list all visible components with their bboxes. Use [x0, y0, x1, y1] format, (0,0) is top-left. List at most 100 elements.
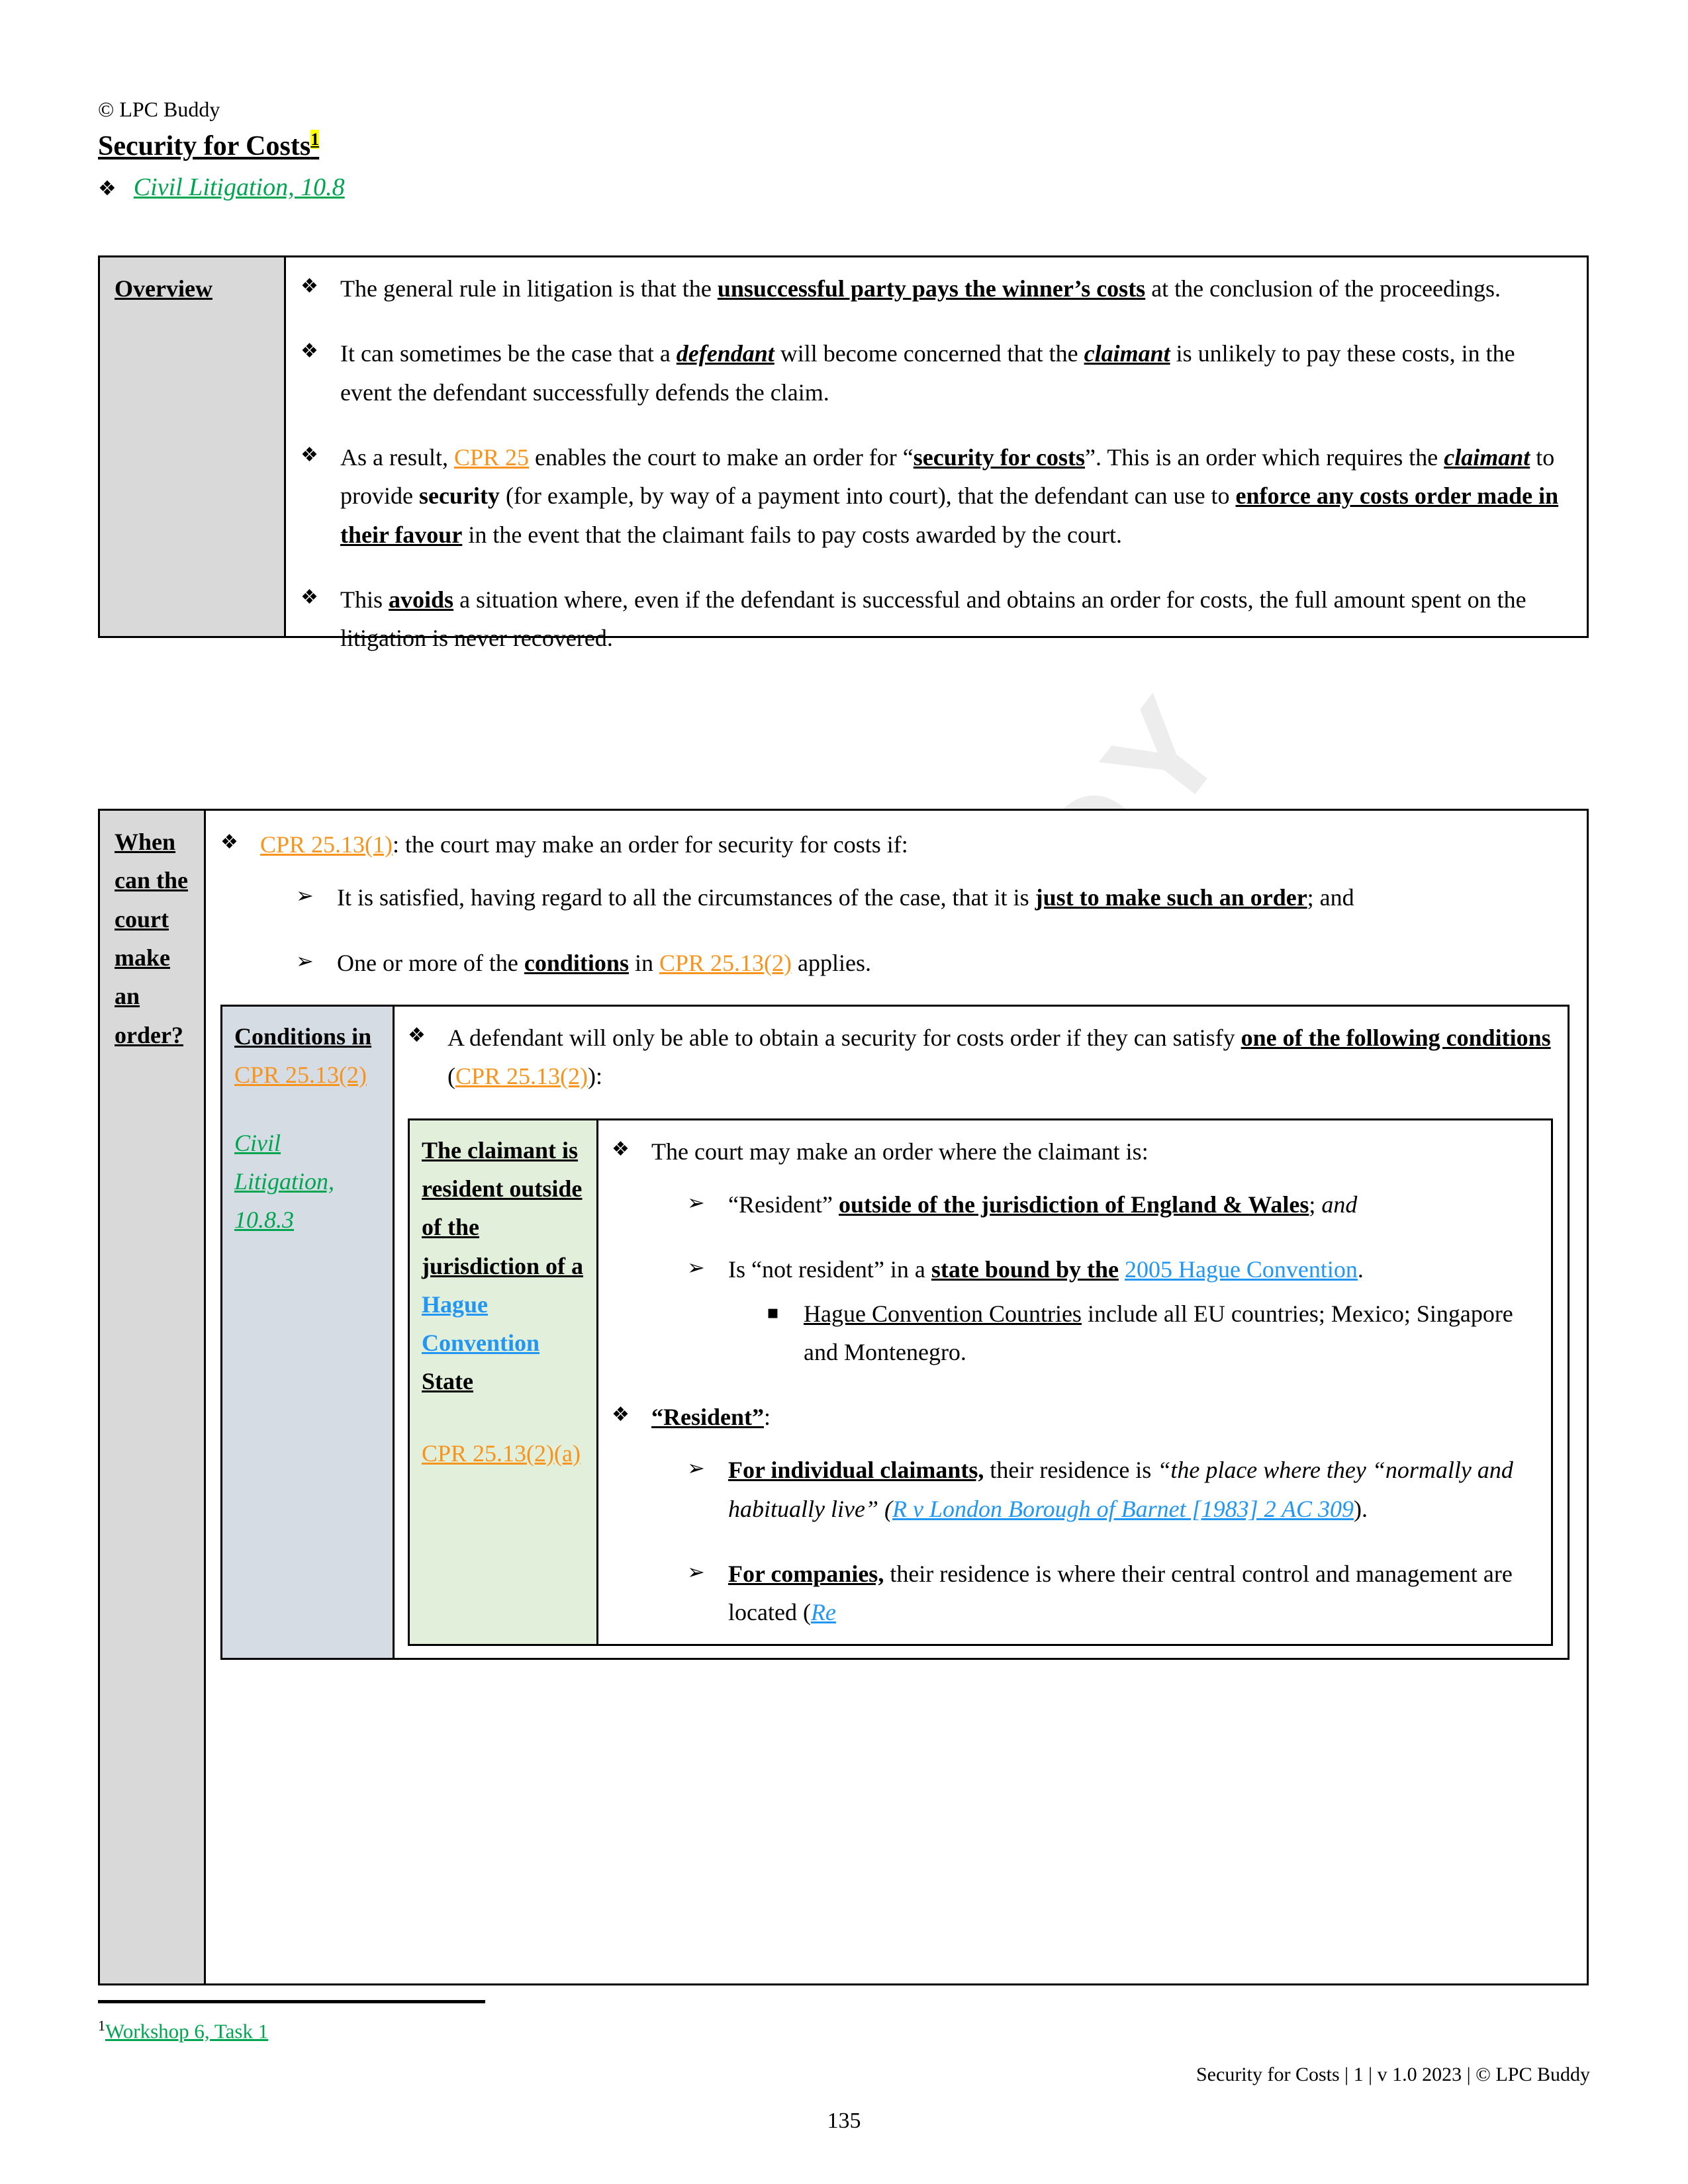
diamond-bullet-icon: ❖ [301, 340, 318, 363]
text-run: claimant [1084, 340, 1170, 367]
list-item-text: It can sometimes be the case that a defe… [340, 340, 1515, 405]
text-run: Hague Convention Countries [804, 1300, 1082, 1327]
when-lead-text: CPR 25.13(1): the court may make an orde… [260, 831, 908, 858]
footer-right: Security for Costs | 1 | v 1.0 2023 | © … [1196, 2064, 1590, 2085]
condition-a-label-cell: The claimant is resident outside of the … [410, 1120, 598, 1644]
text-run: State [422, 1368, 473, 1395]
footnote-link[interactable]: Workshop 6, Task 1 [105, 2019, 268, 2042]
text-run: and [1321, 1191, 1358, 1218]
case-citation-link[interactable]: Re [811, 1599, 836, 1625]
text-run [1119, 1256, 1125, 1283]
square-bullet-icon: ▪ [767, 1300, 779, 1323]
list-item-text: Hague Convention Countries include all E… [804, 1300, 1513, 1365]
conditions-body-cell: ❖ A defendant will only be able to obtai… [395, 1007, 1568, 1658]
text-run: Is “not resident” in a [728, 1256, 931, 1283]
conditions-label-cell: Conditions in CPR 25.13(2) Civil Litigat… [222, 1006, 395, 1658]
case-citation-link[interactable]: R v London Borough of Barnet [1983] 2 AC… [892, 1496, 1354, 1522]
text-run: The court may make an order where the cl… [651, 1138, 1149, 1165]
text-run: security for costs [913, 443, 1086, 471]
when-can-court-table: When can the court make an order? ❖ CPR … [98, 809, 1589, 1985]
arrow-bullet-icon: ➢ [296, 883, 314, 909]
conditions-table: Conditions in CPR 25.13(2) Civil Litigat… [220, 1004, 1570, 1660]
reference-line: ❖ Civil Litigation, 10.8 [98, 173, 345, 203]
text-run: a situation where, even if the defendant… [340, 586, 1526, 652]
footnote-number: 1 [98, 2017, 105, 2034]
condition-a-cpr-link[interactable]: CPR 25.13(2)(a) [422, 1434, 587, 1473]
list-item: ❖ This avoids a situation where, even if … [301, 580, 1570, 658]
list-item-text: “Resident”: [651, 1404, 771, 1430]
copyright-line: © LPC Buddy [98, 97, 220, 121]
diamond-bullet-icon: ❖ [612, 1403, 630, 1427]
text-run: unsuccessful party pays the winner’s cos… [717, 275, 1146, 302]
text-run: outside of the jurisdiction of England &… [838, 1191, 1309, 1218]
overview-body-cell: ❖ The general rule in litigation is that … [286, 257, 1587, 651]
diamond-bullet-icon: ❖ [408, 1023, 426, 1047]
list-item: ➢ It is satisfied, having regard to all t… [296, 878, 1570, 917]
text-run: ; [1309, 1191, 1322, 1218]
conditions-cpr-link[interactable]: CPR 25.13(2) [234, 1056, 383, 1094]
text-run: A defendant will only be able to obtain … [447, 1024, 1241, 1051]
text-run: For individual claimants, [728, 1457, 984, 1484]
diamond-bullet-icon: ❖ [301, 585, 318, 609]
arrow-bullet-icon: ➢ [687, 1189, 705, 1215]
overview-table: Overview ❖ The general rule in litigation… [98, 255, 1589, 651]
footnote-separator [98, 2000, 485, 2003]
overview-label-cell: Overview [100, 257, 286, 636]
text-run: conditions [524, 949, 629, 976]
list-item: ❖ As a result, CPR 25 enables the court t… [301, 438, 1570, 554]
conditions-civil-litigation-link[interactable]: Civil Litigation, 10.8.3 [234, 1124, 383, 1240]
when-can-court-bullet-list: ❖ CPR 25.13(1): the court may make an or… [220, 825, 1570, 982]
sub-list: ➢ “Resident” outside of the jurisdiction … [687, 1185, 1536, 1371]
civil-litigation-link[interactable]: Civil Litigation, 10.8 [134, 173, 345, 203]
text-run: at the conclusion of the proceedings. [1145, 275, 1501, 302]
text-run: “Resident” [651, 1404, 764, 1431]
hague-convention-link[interactable]: Hague Convention [422, 1291, 539, 1356]
list-item-text: The general rule in litigation is that t… [340, 275, 1501, 302]
arrow-bullet-icon: ➢ [687, 1255, 705, 1281]
text-run: For companies, [728, 1561, 884, 1588]
text-run: in the event that the claimant fails to … [462, 521, 1122, 548]
text-run: (for example, by way of a payment into c… [499, 482, 1236, 510]
text-run: one of the following conditions [1241, 1024, 1551, 1051]
overview-bullet-list: ❖ The general rule in litigation is that … [301, 269, 1570, 658]
hague-convention-link[interactable]: 2005 Hague Convention [1125, 1256, 1358, 1283]
list-item-text: The court may make an order where the cl… [651, 1138, 1149, 1165]
footnote: 1Workshop 6, Task 1 [98, 2017, 268, 2044]
text-run: enables the court to make an order for “ [529, 443, 914, 471]
list-item-text: “Resident” outside of the jurisdiction o… [728, 1191, 1357, 1218]
list-item-text: It is satisfied, having regard to all th… [337, 884, 1354, 911]
text-run: It can sometimes be the case that a [340, 340, 677, 367]
list-item: ❖ CPR 25.13(1): the court may make an or… [220, 825, 1570, 982]
cpr-link[interactable]: CPR 25.13(2) [659, 950, 792, 976]
conditions-lead-text: A defendant will only be able to obtain … [447, 1024, 1551, 1089]
diamond-bullet-icon: ❖ [612, 1137, 630, 1161]
text-run: ( [447, 1063, 455, 1090]
arrow-bullet-icon: ➢ [687, 1455, 705, 1481]
list-item-text: This avoids a situation where, even if t… [340, 586, 1526, 651]
text-run: just to make such an order [1035, 884, 1307, 911]
text-run: their residence is [984, 1457, 1158, 1484]
footnote-marker: 1 [310, 130, 320, 149]
list-item-text: For individual claimants, their residenc… [728, 1457, 1513, 1522]
conditions-label-heading: Conditions in [234, 1023, 372, 1050]
sub-sub-list: ▪ Hague Convention Countries include all … [767, 1295, 1536, 1372]
list-item-text: For companies, their residence is where … [728, 1561, 1513, 1625]
cpr-link[interactable]: CPR 25 [454, 444, 529, 471]
text-run: The claimant is resident outside of the … [422, 1136, 584, 1279]
arrow-bullet-icon: ➢ [687, 1559, 705, 1585]
list-item: ➢ Is “not resident” in a state bound by t… [687, 1250, 1536, 1371]
cpr-link[interactable]: CPR 25.13(1) [260, 831, 393, 858]
cpr-link[interactable]: CPR 25.13(2) [455, 1063, 588, 1089]
text-run: claimant [1444, 443, 1530, 471]
list-item: ❖ “Resident”: ➢ For individual claimants, t… [612, 1398, 1536, 1632]
text-run: avoids [389, 586, 454, 613]
when-can-court-body-cell: ❖ CPR 25.13(1): the court may make an or… [206, 811, 1587, 1983]
text-run: One or more of the [337, 949, 524, 976]
list-item: ➢ For companies, their residence is where… [687, 1555, 1536, 1632]
page-title-text: Security for Costs [98, 131, 311, 161]
text-run: : [764, 1404, 771, 1431]
list-item: ➢ One or more of the conditions in CPR 25… [296, 944, 1570, 982]
text-run: ”. This is an order which requires the [1085, 443, 1444, 471]
list-item: ▪ Hague Convention Countries include all … [767, 1295, 1536, 1372]
when-sub-list: ➢ It is satisfied, having regard to all t… [296, 878, 1570, 982]
